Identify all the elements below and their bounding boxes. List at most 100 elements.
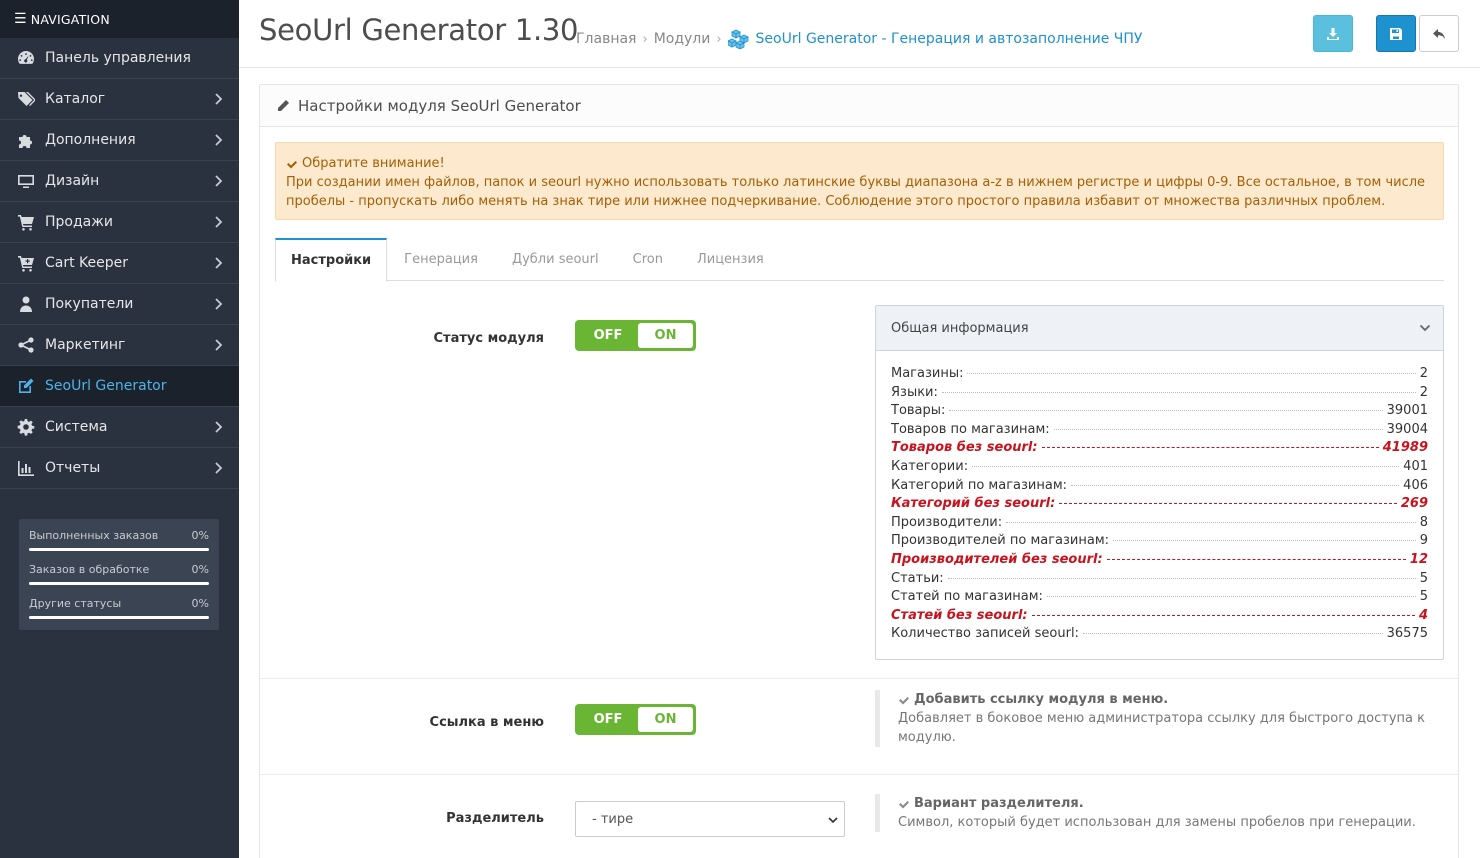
tab-generation[interactable]: Генерация: [387, 238, 495, 281]
info-value: 5: [1419, 570, 1428, 586]
info-row-articles: Статьи: 5: [891, 571, 1428, 590]
sidebar-item-label: Дизайн: [45, 173, 100, 189]
pencil-icon: [278, 99, 289, 111]
tab-duplicates[interactable]: Дубли seourl: [495, 238, 616, 281]
chevron-right-icon: [215, 175, 223, 187]
stat-completed-orders: Выполненных заказов 0%: [29, 529, 209, 563]
menu-link-label: Ссылка в меню: [429, 715, 544, 730]
floppy-disk-icon: [1390, 27, 1402, 40]
reply-icon: [1433, 28, 1445, 39]
tab-settings[interactable]: Настройки: [275, 238, 388, 282]
info-key: Категорий по магазинам:: [891, 477, 1068, 493]
chevron-down-icon: [828, 817, 838, 824]
info-key: Статьи:: [891, 570, 944, 586]
sidebar-item-catalog[interactable]: Каталог: [0, 79, 239, 120]
row-divider: [260, 678, 1458, 679]
info-key: Производителей без seourl:: [891, 551, 1103, 567]
sidebar-item-system[interactable]: Система: [0, 407, 239, 448]
alert-title: Обратите внимание!: [302, 156, 445, 171]
tab-license[interactable]: Лицензия: [680, 238, 781, 281]
alert-text: При создании имен файлов, папок и seourl…: [286, 175, 1426, 209]
panel-heading: Настройки модуля SeoUrl Generator: [260, 85, 1458, 127]
sidebar-item-label: Cart Keeper: [45, 255, 129, 271]
sidebar-item-label: Каталог: [45, 91, 106, 107]
bar-chart-icon: [18, 461, 34, 476]
info-value: 2: [1419, 366, 1428, 381]
chevron-right-icon: [215, 339, 223, 351]
download-icon: [1327, 27, 1339, 40]
info-row-articles-without-seourl: Статей без seourl: 4: [891, 608, 1428, 627]
sidebar-item-cart-keeper[interactable]: Cart Keeper: [0, 243, 239, 284]
user-icon: [20, 296, 32, 312]
info-value: 5: [1419, 589, 1428, 605]
chevron-right-icon: [215, 462, 223, 474]
chevron-right-icon: [215, 134, 223, 146]
chevron-right-icon: [215, 421, 223, 433]
info-row-manufacturers: Производители: 8: [891, 515, 1428, 534]
general-info-header[interactable]: Общая информация: [876, 306, 1443, 351]
info-row-languages: Языки: 2: [891, 385, 1428, 404]
breadcrumb-modules[interactable]: Модули: [654, 31, 711, 47]
menu-link-toggle[interactable]: OFF ON: [575, 704, 696, 735]
download-button[interactable]: [1313, 15, 1353, 52]
general-info-box: Общая информация Магазины: 2 Языки: 2 Това…: [875, 305, 1444, 660]
info-value: 406: [1403, 477, 1428, 493]
menu-link-help: Добавить ссылку модуля в меню. Добавляет…: [875, 690, 1435, 747]
status-toggle[interactable]: OFF ON: [575, 320, 696, 351]
sidebar-item-design[interactable]: Дизайн: [0, 161, 239, 202]
info-key: Магазины:: [891, 366, 964, 381]
info-value: 4: [1418, 607, 1428, 623]
sidebar-item-sales[interactable]: Продажи: [0, 202, 239, 243]
info-value: 39001: [1386, 403, 1428, 419]
breadcrumb-current-label: SeoUrl Generator - Генерация и автозапол…: [755, 31, 1143, 47]
info-row-categories: Категории: 401: [891, 459, 1428, 478]
info-value: 36575: [1386, 626, 1428, 642]
separator-help: Вариант разделителя. Символ, который буд…: [875, 794, 1435, 832]
monitor-icon: [18, 175, 34, 188]
check-icon: [287, 160, 297, 168]
tab-bar: Настройки Генерация Дубли seourl Cron Ли…: [275, 238, 1444, 282]
info-value: 9: [1419, 533, 1428, 549]
toggle-on-label: ON: [638, 707, 693, 732]
info-key: Категорий без seourl:: [891, 496, 1056, 512]
info-key: Количество записей seourl:: [891, 626, 1079, 642]
stat-processing-orders: Заказов в обработке 0%: [29, 563, 209, 597]
sidebar-item-marketing[interactable]: Маркетинг: [0, 325, 239, 366]
sidebar-item-dashboard[interactable]: Панель управления: [0, 38, 239, 79]
chevron-right-icon: [215, 298, 223, 310]
nav-header[interactable]: ☰ NAVIGATION: [0, 0, 239, 38]
help-text: Символ, который будет использован для за…: [898, 815, 1416, 830]
info-key: Статей по магазинам:: [891, 589, 1043, 605]
sidebar-item-label: Отчеты: [45, 460, 101, 476]
info-key: Производители:: [891, 514, 1003, 530]
cubes-icon: [727, 29, 749, 49]
breadcrumb-home[interactable]: Главная: [576, 31, 636, 47]
info-value: 2: [1419, 384, 1428, 400]
info-row-categories-by-store: Категорий по магазинам: 406: [891, 478, 1428, 497]
sidebar-item-label: SeoUrl Generator: [45, 378, 167, 394]
tab-cron[interactable]: Cron: [616, 238, 680, 281]
sidebar-item-customers[interactable]: Покупатели: [0, 284, 239, 325]
sidebar-item-label: Маркетинг: [45, 337, 126, 353]
general-info-title: Общая информация: [891, 320, 1029, 336]
info-key: Языки:: [891, 384, 938, 400]
stat-progress-bar: [29, 582, 209, 585]
info-value: 401: [1403, 458, 1428, 474]
share-icon: [18, 337, 34, 353]
check-icon: [899, 696, 909, 704]
separator-selected-value: - тире: [592, 811, 634, 827]
info-row-stores: Магазины: 2: [891, 366, 1428, 385]
edit-icon: [19, 378, 34, 393]
stat-value: 0%: [191, 563, 209, 576]
sidebar-item-seourl-generator[interactable]: SeoUrl Generator: [0, 366, 239, 407]
sidebar-item-label: Покупатели: [45, 296, 134, 312]
breadcrumb-current[interactable]: SeoUrl Generator - Генерация и автозапол…: [727, 29, 1143, 49]
sidebar-item-extensions[interactable]: Дополнения: [0, 120, 239, 161]
info-row-seourl-records: Количество записей seourl: 36575: [891, 626, 1428, 645]
sidebar-item-reports[interactable]: Отчеты: [0, 448, 239, 489]
gear-icon: [17, 419, 35, 436]
info-row-products: Товары: 39001: [891, 403, 1428, 422]
separator-select[interactable]: - тире: [575, 801, 845, 837]
save-button[interactable]: [1376, 15, 1416, 52]
back-button[interactable]: [1419, 15, 1459, 52]
